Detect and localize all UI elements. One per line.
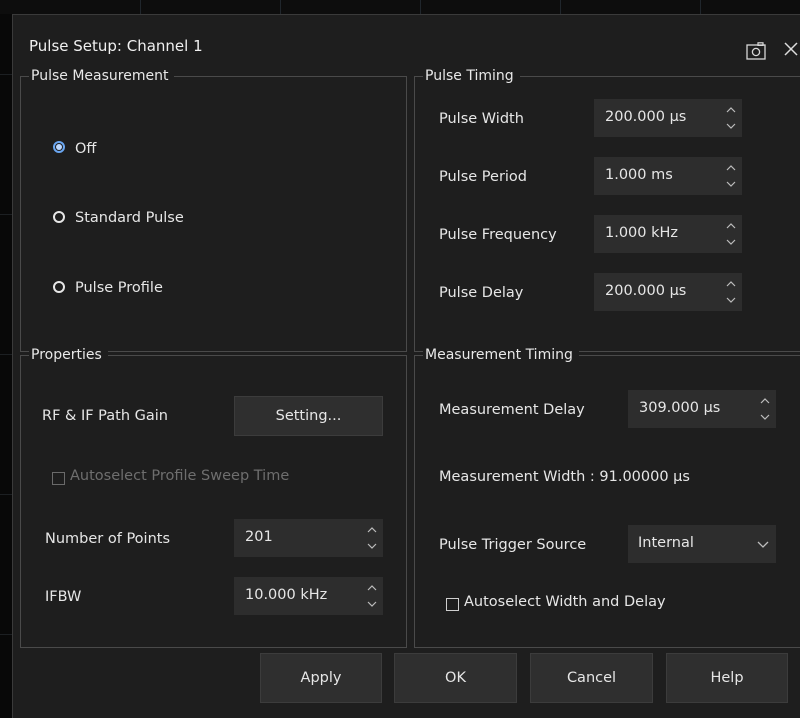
ifbw-value: 10.000 kHz <box>245 587 328 603</box>
setting-button[interactable]: Setting... <box>234 396 383 436</box>
pulse-delay-spinbox[interactable]: 200.000 µs <box>594 273 742 311</box>
pulse-width-value: 200.000 µs <box>605 109 687 125</box>
autoselect-width-delay-checkbox[interactable] <box>446 598 459 611</box>
number-of-points-spinbox[interactable]: 201 <box>234 519 383 557</box>
chevron-up-down-icon[interactable] <box>720 215 742 253</box>
measurement-delay-label: Measurement Delay <box>439 402 585 418</box>
pulse-period-spinbox[interactable]: 1.000 ms <box>594 157 742 195</box>
background-grid-line <box>0 494 12 495</box>
measurement-timing-group: Measurement Timing Measurement Delay 309… <box>414 345 800 648</box>
pulse-frequency-value: 1.000 kHz <box>605 225 679 241</box>
chevron-up-down-icon[interactable] <box>720 273 742 311</box>
pulse-setup-dialog: Pulse Setup: Channel 1 Pulse Measurement… <box>12 14 800 718</box>
pulse-delay-label: Pulse Delay <box>439 285 524 301</box>
apply-button[interactable]: Apply <box>260 653 382 703</box>
properties-legend: Properties <box>29 345 108 365</box>
pulse-period-value: 1.000 ms <box>605 167 673 183</box>
pulse-measurement-group: Pulse Measurement Off Standard Pulse Pul… <box>20 66 407 352</box>
chevron-down-icon[interactable] <box>756 538 770 550</box>
chevron-up-down-icon[interactable] <box>361 519 383 557</box>
radio-pulse-profile-label: Pulse Profile <box>75 280 163 296</box>
pulse-measurement-legend: Pulse Measurement <box>29 66 175 86</box>
chevron-up-down-icon[interactable] <box>720 99 742 137</box>
background-grid-line <box>420 0 421 14</box>
radio-off[interactable] <box>53 141 65 153</box>
background-top-strip <box>0 0 800 15</box>
properties-group: Properties RF & IF Path Gain Setting... … <box>20 345 407 648</box>
pulse-width-label: Pulse Width <box>439 111 524 127</box>
autoselect-width-delay-label: Autoselect Width and Delay <box>464 594 666 610</box>
number-of-points-label: Number of Points <box>45 531 170 547</box>
pulse-trigger-source-value: Internal <box>638 535 694 551</box>
background-grid-line <box>0 354 12 355</box>
measurement-delay-value: 309.000 µs <box>639 400 721 416</box>
background-left-strip <box>0 14 12 718</box>
background-grid-line <box>0 214 12 215</box>
chevron-up-down-icon[interactable] <box>754 390 776 428</box>
pulse-timing-group: Pulse Timing Pulse Width 200.000 µs Puls… <box>414 66 800 352</box>
close-icon[interactable] <box>781 39 800 59</box>
rf-if-path-gain-label: RF & IF Path Gain <box>42 408 168 424</box>
radio-pulse-profile[interactable] <box>53 281 65 293</box>
pulse-trigger-source-select[interactable]: Internal <box>628 525 776 563</box>
dialog-title: Pulse Setup: Channel 1 <box>29 37 203 55</box>
pulse-trigger-source-label: Pulse Trigger Source <box>439 537 587 553</box>
background-grid-line <box>0 74 12 75</box>
chevron-up-down-icon[interactable] <box>720 157 742 195</box>
pulse-frequency-spinbox[interactable]: 1.000 kHz <box>594 215 742 253</box>
chevron-up-down-icon[interactable] <box>361 577 383 615</box>
pulse-frequency-label: Pulse Frequency <box>439 227 557 243</box>
background-grid-line <box>0 634 12 635</box>
background-grid-line <box>280 0 281 14</box>
ifbw-spinbox[interactable]: 10.000 kHz <box>234 577 383 615</box>
ok-button[interactable]: OK <box>394 653 517 703</box>
number-of-points-value: 201 <box>245 529 273 545</box>
autoselect-profile-sweep-label: Autoselect Profile Sweep Time <box>70 468 290 484</box>
camera-icon[interactable] <box>746 42 766 60</box>
measurement-width-readout: Measurement Width : 91.00000 µs <box>439 469 690 485</box>
pulse-width-spinbox[interactable]: 200.000 µs <box>594 99 742 137</box>
pulse-timing-legend: Pulse Timing <box>423 66 520 86</box>
help-button[interactable]: Help <box>666 653 788 703</box>
radio-standard-pulse-label: Standard Pulse <box>75 210 184 226</box>
radio-standard-pulse[interactable] <box>53 211 65 223</box>
pulse-delay-value: 200.000 µs <box>605 283 687 299</box>
background-grid-line <box>140 0 141 14</box>
measurement-timing-legend: Measurement Timing <box>423 345 579 365</box>
background-grid-line <box>700 0 701 14</box>
radio-off-label: Off <box>75 141 97 157</box>
pulse-period-label: Pulse Period <box>439 169 528 185</box>
ifbw-label: IFBW <box>45 589 82 605</box>
autoselect-profile-sweep-checkbox <box>52 472 65 485</box>
measurement-delay-spinbox[interactable]: 309.000 µs <box>628 390 776 428</box>
background-grid-line <box>560 0 561 14</box>
cancel-button[interactable]: Cancel <box>530 653 653 703</box>
